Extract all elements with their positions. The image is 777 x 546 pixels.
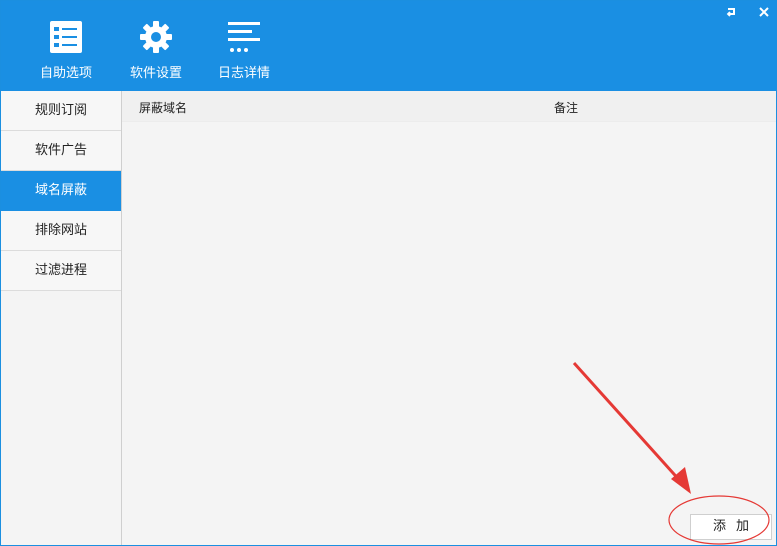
log-lines-icon [228,22,260,52]
sidebar-item-software-ads[interactable]: 软件广告 [1,131,121,171]
domain-block-panel: 屏蔽域名 备注 添加 [122,91,776,545]
toolbar-item-self-service[interactable]: 自助选项 [26,19,106,83]
toolbar-item-label: 自助选项 [39,66,92,81]
sidebar-item-excluded-sites[interactable]: 排除网站 [1,211,121,251]
close-button[interactable] [754,4,774,20]
toolbar: 自助选项 软件设置 日志详情 [1,1,776,91]
table-header: 屏蔽域名 备注 [122,91,776,122]
column-header-remark[interactable]: 备注 [554,99,578,116]
toolbar-item-label: 日志详情 [217,66,270,81]
sidebar: 规则订阅 软件广告 域名屏蔽 排除网站 过滤进程 [1,91,122,545]
domain-list[interactable] [122,122,776,507]
toolbar-item-log-details[interactable]: 日志详情 [204,19,284,83]
restore-button[interactable] [721,4,741,20]
sidebar-item-rule-subscription[interactable]: 规则订阅 [1,91,121,131]
toolbar-item-software-settings[interactable]: 软件设置 [116,19,196,83]
close-icon [759,7,769,17]
add-button[interactable]: 添加 [690,514,772,540]
sidebar-item-filter-process[interactable]: 过滤进程 [1,251,121,291]
checklist-icon [50,21,82,53]
restore-icon [726,8,735,17]
sidebar-item-domain-block[interactable]: 域名屏蔽 [1,171,121,211]
toolbar-item-label: 软件设置 [129,66,182,81]
app-window: 自助选项 软件设置 日志详情 规则订阅 软件广告 域名屏蔽 排除网站 过滤进程 … [0,0,777,546]
gear-icon [140,21,172,53]
column-header-blocked-domain[interactable]: 屏蔽域名 [139,99,187,116]
